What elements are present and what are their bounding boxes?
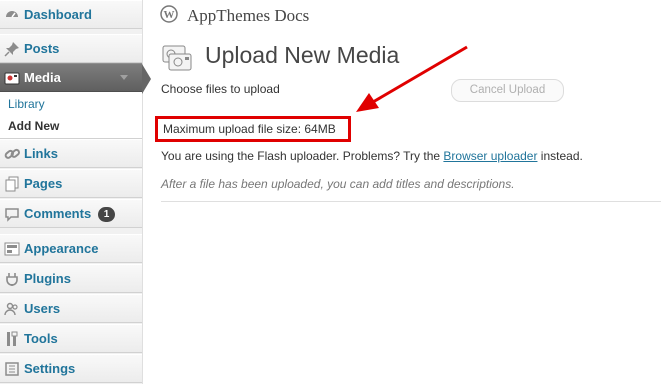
pushpin-icon bbox=[4, 41, 20, 57]
tools-icon bbox=[4, 331, 20, 347]
max-upload-size-highlight: Maximum upload file size: 64MB bbox=[155, 116, 351, 142]
users-icon bbox=[4, 301, 20, 317]
comment-bubble-icon bbox=[4, 206, 20, 222]
site-title[interactable]: AppThemes Docs bbox=[187, 6, 309, 26]
settings-icon bbox=[4, 361, 20, 377]
media-submenu: Library Add New bbox=[0, 92, 142, 139]
media-icon bbox=[4, 70, 20, 86]
appearance-icon bbox=[4, 241, 20, 257]
menu-item-comments[interactable]: Comments 1 bbox=[0, 199, 142, 228]
svg-text:W: W bbox=[164, 9, 175, 21]
plug-icon bbox=[4, 271, 20, 287]
menu-label: Pages bbox=[24, 176, 63, 191]
current-menu-pointer bbox=[142, 64, 151, 94]
flash-notice-suffix: instead. bbox=[537, 149, 583, 163]
menu-item-tools[interactable]: Tools bbox=[0, 324, 142, 353]
chevron-down-icon[interactable] bbox=[120, 75, 128, 80]
menu-label: Posts bbox=[24, 41, 60, 56]
dashboard-icon bbox=[4, 7, 20, 23]
menu-item-links[interactable]: Links bbox=[0, 139, 142, 168]
menu-item-appearance[interactable]: Appearance bbox=[0, 234, 142, 263]
flash-notice-text: You are using the Flash uploader. Proble… bbox=[161, 149, 444, 163]
menu-item-settings[interactable]: Settings bbox=[0, 354, 142, 383]
wordpress-logo-icon[interactable]: W bbox=[160, 5, 178, 26]
menu-label: Appearance bbox=[24, 241, 99, 256]
cancel-upload-button[interactable]: Cancel Upload bbox=[451, 79, 564, 102]
menu-label: Settings bbox=[24, 361, 76, 376]
menu-item-users[interactable]: Users bbox=[0, 294, 142, 323]
divider bbox=[161, 201, 661, 202]
max-upload-size-text: Maximum upload file size: 64MB bbox=[163, 122, 336, 136]
menu-item-dashboard[interactable]: Dashboard bbox=[0, 0, 142, 29]
menu-label: Media bbox=[24, 70, 61, 85]
menu-label: Tools bbox=[24, 331, 58, 346]
menu-item-plugins[interactable]: Plugins bbox=[0, 264, 142, 293]
chain-link-icon bbox=[4, 146, 20, 162]
menu-item-media[interactable]: Media bbox=[0, 63, 142, 92]
pages-icon bbox=[4, 176, 20, 192]
menu-item-pages[interactable]: Pages bbox=[0, 169, 142, 198]
browser-uploader-link[interactable]: Browser uploader bbox=[443, 149, 537, 163]
menu-item-posts[interactable]: Posts bbox=[0, 34, 142, 63]
menu-label: Links bbox=[24, 146, 58, 161]
menu-label: Users bbox=[24, 301, 61, 316]
upload-media-icon bbox=[161, 42, 195, 77]
submenu-item-add-new[interactable]: Add New bbox=[8, 119, 59, 133]
menu-label: Comments bbox=[24, 206, 92, 221]
submenu-item-library[interactable]: Library bbox=[8, 97, 45, 111]
menu-label: Plugins bbox=[24, 271, 71, 286]
page-title: Upload New Media bbox=[205, 42, 400, 68]
after-upload-note: After a file has been uploaded, you can … bbox=[161, 177, 515, 191]
admin-sidebar: Dashboard Posts Media Library Add New Li… bbox=[0, 0, 151, 384]
choose-files-label: Choose files to upload bbox=[161, 82, 280, 96]
comment-count-badge: 1 bbox=[98, 207, 115, 222]
menu-label: Dashboard bbox=[24, 7, 92, 22]
flash-uploader-notice: You are using the Flash uploader. Proble… bbox=[161, 149, 583, 163]
